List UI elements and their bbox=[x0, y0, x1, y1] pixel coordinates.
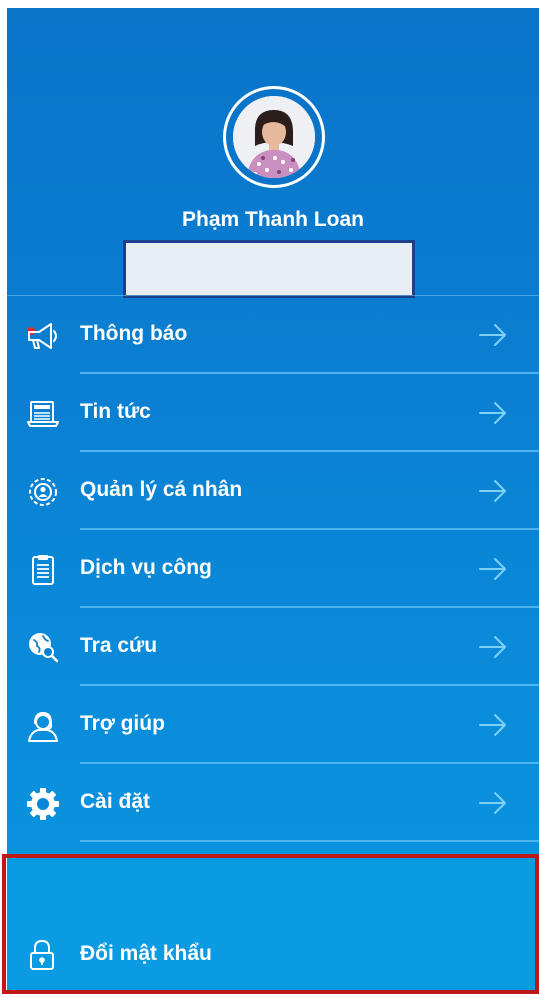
avatar-photo bbox=[233, 96, 315, 178]
menu-item-thong-bao[interactable]: Thông báo bbox=[7, 296, 539, 374]
arrow-right-icon bbox=[477, 322, 509, 348]
arrow-right-icon bbox=[477, 790, 509, 816]
change-password-label: Đổi mật khẩu bbox=[80, 942, 212, 965]
menu-item-label: Tin tức bbox=[80, 400, 151, 423]
menu-item-label: Quản lý cá nhân bbox=[80, 478, 243, 501]
menu-item-label: Thông báo bbox=[80, 322, 188, 345]
avatar[interactable] bbox=[233, 96, 315, 178]
menu-divider bbox=[80, 840, 539, 842]
support-agent-icon bbox=[25, 708, 61, 744]
change-password-item[interactable]: Đổi mật khẩu bbox=[7, 930, 539, 986]
menu-item-label: Cài đặt bbox=[80, 790, 151, 813]
redacted-info-box bbox=[123, 240, 415, 298]
menu-item-tra-cuu[interactable]: Tra cứu bbox=[7, 608, 539, 686]
arrow-right-icon bbox=[477, 400, 509, 426]
user-name: Phạm Thanh Loan bbox=[181, 208, 364, 231]
menu-item-tin-tuc[interactable]: Tin tức bbox=[7, 374, 539, 452]
clipboard-icon bbox=[25, 552, 61, 588]
gear-icon bbox=[25, 786, 61, 822]
avatar-ring bbox=[223, 86, 325, 188]
menu-list: Thông báo Tin tức Quản lý cá nhân Dịch v… bbox=[7, 296, 539, 842]
menu-item-label: Trợ giúp bbox=[80, 712, 165, 735]
newspaper-icon bbox=[25, 396, 61, 432]
menu-item-tro-giup[interactable]: Trợ giúp bbox=[7, 686, 539, 764]
arrow-right-icon bbox=[477, 556, 509, 582]
arrow-right-icon bbox=[477, 712, 509, 738]
personal-settings-icon bbox=[25, 474, 61, 510]
menu-item-dich-vu-cong[interactable]: Dịch vụ công bbox=[7, 530, 539, 608]
menu-item-cai-dat[interactable]: Cài đặt bbox=[7, 764, 539, 842]
profile-header: Phạm Thanh Loan bbox=[7, 8, 539, 298]
lock-icon bbox=[25, 938, 59, 972]
megaphone-icon bbox=[25, 318, 61, 354]
globe-search-icon bbox=[25, 630, 61, 666]
menu-item-quan-ly-ca-nhan[interactable]: Quản lý cá nhân bbox=[7, 452, 539, 530]
side-menu-screen: Phạm Thanh Loan Thông báo Tin tức Quản l… bbox=[7, 8, 539, 994]
arrow-right-icon bbox=[477, 478, 509, 504]
menu-item-label: Tra cứu bbox=[80, 634, 158, 657]
menu-item-label: Dịch vụ công bbox=[80, 556, 212, 579]
arrow-right-icon bbox=[477, 634, 509, 660]
